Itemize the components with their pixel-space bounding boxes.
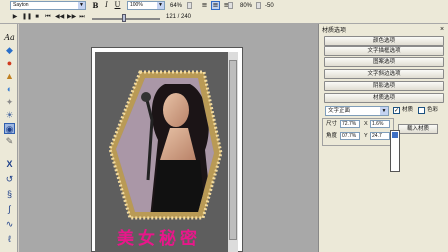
texture-tool-icon[interactable]: ◉	[4, 123, 15, 134]
next-frame-icon[interactable]: ▶▶	[67, 13, 76, 21]
align-center-icon[interactable]: ≡	[211, 1, 220, 10]
eyedropper-tool-icon[interactable]: ✎	[4, 136, 15, 147]
value-popup-slider-thumb[interactable]	[392, 132, 398, 138]
zoom-value: 100%	[130, 2, 143, 8]
font-name-value: Sayton	[13, 2, 29, 8]
shape-tool-icon[interactable]: ◆	[4, 45, 15, 56]
frame-counter: 121 / 240	[166, 14, 192, 20]
zoom-select[interactable]: 100% ▼	[127, 1, 165, 10]
x-tool-icon[interactable]: X	[4, 159, 15, 170]
angle-label: 角度	[326, 133, 338, 139]
left-toolbar: Aa ◆ ● ▲ ◐ ✦ ☀ ◉ ✎ X ↺ § ∫ ∿ ℓ	[0, 24, 18, 252]
canvas-stage[interactable]	[95, 52, 238, 252]
first-frame-icon[interactable]: ⏮	[44, 13, 52, 21]
shadow-options-button[interactable]: 阴影选项	[324, 81, 444, 91]
wave-tool-icon[interactable]: ∿	[4, 219, 15, 230]
x-field[interactable]: 1.6%	[370, 120, 390, 128]
x-label: X	[364, 121, 368, 127]
text-tool-icon[interactable]: Aa	[4, 32, 15, 43]
brush-tool-icon[interactable]: ▲	[4, 71, 15, 82]
bold-button[interactable]: B	[91, 1, 100, 10]
stop-icon[interactable]: ■	[33, 13, 41, 21]
y-label: Y	[364, 133, 368, 139]
twist-tool-icon[interactable]: ℓ	[4, 234, 15, 245]
texture-target-value: 文字正面	[328, 108, 351, 114]
chevron-down-icon[interactable]: ▼	[380, 107, 388, 115]
color-options-button[interactable]: 颜色选项	[324, 36, 444, 46]
effects-tool-icon[interactable]: ✦	[4, 97, 15, 108]
align-spinner[interactable]	[228, 2, 233, 9]
scale-a-value: 64%	[170, 3, 183, 9]
scale-b-spinner[interactable]	[256, 2, 261, 9]
material-checkbox[interactable]: ✓	[393, 107, 400, 114]
play-icon[interactable]: ▶	[11, 13, 19, 21]
close-icon[interactable]: ×	[438, 26, 446, 34]
light-tool-icon[interactable]: ☀	[4, 110, 15, 121]
top-toolbar: Sayton ▼ B I U 100% ▼ 64% ≡ ≡ ≡ 80% -50 …	[0, 0, 448, 24]
load-texture-button[interactable]: 载入材质	[398, 124, 438, 134]
color-checkbox[interactable]	[418, 107, 425, 114]
gradient-tool-icon[interactable]: ◐	[4, 84, 15, 95]
text-bevel-options-button[interactable]: 文字斜边选项	[324, 69, 444, 79]
color-checkbox-label: 色彩	[427, 107, 439, 113]
scale-b-value: 80%	[240, 3, 253, 9]
texture-target-select[interactable]: 文字正面 ▼	[325, 106, 389, 116]
texture-options-button[interactable]: 材质选项	[324, 93, 444, 103]
color-tool-icon[interactable]: ●	[4, 58, 15, 69]
size-field[interactable]: 72.7%	[340, 120, 360, 128]
underline-button[interactable]: U	[113, 1, 122, 10]
size-label: 尺寸	[326, 121, 338, 127]
panel-title: 材质选项	[322, 28, 347, 34]
chevron-down-icon[interactable]: ▼	[157, 2, 164, 9]
y-field[interactable]: 24.7	[370, 132, 390, 140]
rotation-value: -50	[265, 3, 274, 9]
angle-field[interactable]: 07.7%	[340, 132, 360, 140]
pause-icon[interactable]: ❚❚	[22, 13, 32, 21]
arc-tool-icon[interactable]: ∫	[4, 204, 15, 215]
timeline-track[interactable]	[92, 18, 160, 20]
align-left-icon[interactable]: ≡	[200, 1, 209, 10]
font-name-select[interactable]: Sayton ▼	[10, 1, 86, 10]
canvas-caption: 美女秘密	[117, 229, 201, 249]
rotate-tool-icon[interactable]: ↺	[4, 174, 15, 185]
scale-a-spinner[interactable]	[187, 2, 192, 9]
italic-button[interactable]: I	[102, 1, 111, 10]
skew-tool-icon[interactable]: §	[4, 189, 15, 200]
last-frame-icon[interactable]: ⏭	[78, 13, 86, 21]
material-checkbox-label: 材质	[402, 107, 414, 113]
prev-frame-icon[interactable]: ◀◀	[55, 13, 64, 21]
pattern-options-button[interactable]: 图案选项	[324, 57, 444, 67]
text-outline-options-button[interactable]: 文字描框选项	[324, 46, 444, 56]
timeline-slider-thumb[interactable]	[122, 14, 126, 22]
canvas-scrollbar-thumb[interactable]	[229, 60, 237, 240]
chevron-down-icon[interactable]: ▼	[78, 2, 85, 9]
